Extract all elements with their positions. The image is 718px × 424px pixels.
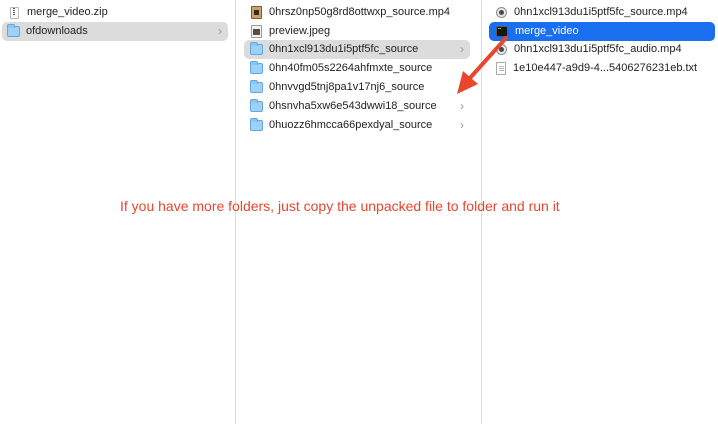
- list-item-merge-video-zip[interactable]: merge_video.zip: [4, 3, 230, 22]
- quicktime-file-icon: [496, 44, 507, 55]
- item-label: 0hn40fm05s2264ahfmxte_source: [269, 62, 433, 74]
- folder-icon: [250, 42, 263, 55]
- list-item-folder[interactable]: 0hsnvha5xw6e543dwwi18_source ›: [244, 97, 470, 116]
- folder-icon: [250, 61, 263, 74]
- item-label: 0hrsz0np50g8rd8ottwxp_source.mp4: [269, 6, 451, 18]
- folder-icon: [250, 99, 263, 112]
- folder-icon: [250, 80, 263, 93]
- item-label: merge_video.zip: [27, 6, 108, 18]
- zip-archive-icon: [10, 6, 19, 19]
- video-file-icon: [251, 6, 262, 19]
- list-item-preview-jpeg[interactable]: preview.jpeg: [246, 22, 476, 41]
- text-file-icon: [496, 62, 506, 75]
- item-label: 0hn1xcl913du1i5ptf5fc_source: [269, 43, 419, 55]
- folder-icon: [250, 118, 263, 131]
- item-label: preview.jpeg: [269, 25, 331, 37]
- item-label: 0hnvvgd5tnj8pa1v17nj6_source: [269, 81, 425, 93]
- list-item-folder[interactable]: 0huozz6hmcca66pexdyal_source ›: [244, 116, 470, 135]
- item-label: 0hn1xcl913du1i5ptf5fc_source.mp4: [514, 6, 688, 18]
- chevron-right-icon: ›: [460, 118, 464, 132]
- list-item-folder[interactable]: 0hnvvgd5tnj8pa1v17nj6_source: [244, 78, 470, 97]
- item-label: 1e10e447-a9d9-4...5406276231eb.txt: [513, 62, 698, 74]
- item-label: 0hn1xcl913du1i5ptf5fc_audio.mp4: [514, 43, 682, 55]
- chevron-right-icon: ›: [460, 42, 464, 56]
- item-label: ofdownloads: [26, 25, 88, 37]
- executable-file-icon: [496, 26, 508, 37]
- finder-column-browser: merge_video.zip ofdownloads › 0hrsz0np50…: [0, 0, 718, 424]
- folder-icon: [7, 24, 20, 37]
- list-item-selected-folder[interactable]: 0hn1xcl913du1i5ptf5fc_source ›: [244, 40, 470, 59]
- item-label: 0huozz6hmcca66pexdyal_source: [269, 119, 433, 131]
- image-file-icon: [251, 25, 262, 38]
- item-label: merge_video: [515, 25, 579, 37]
- list-item-audio-mp4[interactable]: 0hn1xcl913du1i5ptf5fc_audio.mp4: [490, 40, 714, 59]
- list-item-txt-file[interactable]: 1e10e447-a9d9-4...5406276231eb.txt: [490, 59, 714, 78]
- annotation-text: If you have more folders, just copy the …: [120, 198, 560, 214]
- item-label: 0hsnvha5xw6e543dwwi18_source: [269, 100, 437, 112]
- list-item-merge-video[interactable]: merge_video: [489, 22, 715, 41]
- chevron-right-icon: ›: [218, 24, 222, 38]
- list-item-video-file[interactable]: 0hrsz0np50g8rd8ottwxp_source.mp4: [246, 3, 476, 22]
- quicktime-file-icon: [496, 7, 507, 18]
- list-item-source-mp4[interactable]: 0hn1xcl913du1i5ptf5fc_source.mp4: [490, 3, 714, 22]
- list-item-ofdownloads[interactable]: ofdownloads ›: [2, 22, 228, 41]
- chevron-right-icon: ›: [460, 99, 464, 113]
- list-item-folder[interactable]: 0hn40fm05s2264ahfmxte_source: [244, 59, 470, 78]
